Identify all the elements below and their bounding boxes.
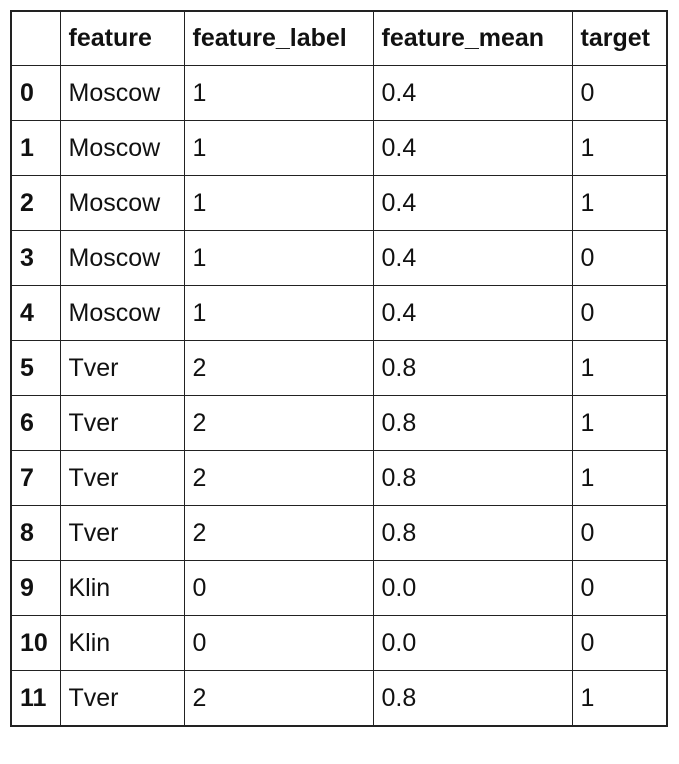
feature-mean-cell: 0.0	[372, 560, 573, 616]
row-index-cell: 3	[10, 230, 61, 286]
table-row: 11 Tver 2 0.8 1	[10, 670, 668, 727]
feature-label-cell: 2	[183, 505, 374, 561]
feature-cell: Moscow	[59, 285, 185, 341]
feature-cell: Klin	[59, 560, 185, 616]
feature-cell: Klin	[59, 615, 185, 671]
feature-mean-cell: 0.8	[372, 670, 573, 727]
feature-mean-cell: 0.8	[372, 450, 573, 506]
feature-label-cell: 1	[183, 230, 374, 286]
feature-mean-cell: 0.4	[372, 120, 573, 176]
target-cell: 0	[571, 285, 668, 341]
table-row: 3 Moscow 1 0.4 0	[10, 230, 668, 286]
feature-label-cell: 0	[183, 560, 374, 616]
table-header-row: feature feature_label feature_mean targe…	[10, 10, 668, 66]
feature-mean-cell: 0.4	[372, 175, 573, 231]
feature-cell: Tver	[59, 395, 185, 451]
feature-label-cell: 0	[183, 615, 374, 671]
row-index-cell: 11	[10, 670, 61, 727]
feature-mean-cell: 0.8	[372, 395, 573, 451]
feature-label-cell: 1	[183, 120, 374, 176]
target-cell: 1	[571, 120, 668, 176]
table-row: 10 Klin 0 0.0 0	[10, 615, 668, 671]
table-row: 6 Tver 2 0.8 1	[10, 395, 668, 451]
feature-cell: Tver	[59, 505, 185, 561]
table-row: 4 Moscow 1 0.4 0	[10, 285, 668, 341]
header-feature-label: feature_label	[183, 10, 374, 66]
row-index-cell: 10	[10, 615, 61, 671]
row-index-cell: 7	[10, 450, 61, 506]
feature-cell: Moscow	[59, 230, 185, 286]
feature-mean-cell: 0.8	[372, 340, 573, 396]
target-cell: 1	[571, 340, 668, 396]
target-cell: 0	[571, 505, 668, 561]
feature-mean-cell: 0.4	[372, 285, 573, 341]
table-row: 2 Moscow 1 0.4 1	[10, 175, 668, 231]
feature-label-cell: 1	[183, 175, 374, 231]
row-index-cell: 2	[10, 175, 61, 231]
header-feature: feature	[59, 10, 185, 66]
row-index-cell: 0	[10, 65, 61, 121]
target-cell: 1	[571, 175, 668, 231]
dataframe-container: feature feature_label feature_mean targe…	[10, 10, 668, 727]
feature-label-cell: 2	[183, 670, 374, 727]
table-row: 0 Moscow 1 0.4 0	[10, 65, 668, 121]
feature-label-cell: 2	[183, 450, 374, 506]
row-index-cell: 1	[10, 120, 61, 176]
target-cell: 0	[571, 615, 668, 671]
table-row: 5 Tver 2 0.8 1	[10, 340, 668, 396]
row-index-cell: 4	[10, 285, 61, 341]
feature-mean-cell: 0.8	[372, 505, 573, 561]
feature-cell: Moscow	[59, 120, 185, 176]
target-cell: 1	[571, 395, 668, 451]
feature-cell: Moscow	[59, 65, 185, 121]
header-target: target	[571, 10, 668, 66]
feature-label-cell: 1	[183, 65, 374, 121]
feature-cell: Tver	[59, 670, 185, 727]
feature-mean-cell: 0.4	[372, 65, 573, 121]
row-index-cell: 9	[10, 560, 61, 616]
feature-mean-cell: 0.4	[372, 230, 573, 286]
row-index-cell: 5	[10, 340, 61, 396]
feature-mean-cell: 0.0	[372, 615, 573, 671]
feature-label-cell: 2	[183, 395, 374, 451]
table-row: 7 Tver 2 0.8 1	[10, 450, 668, 506]
table-row: 9 Klin 0 0.0 0	[10, 560, 668, 616]
feature-cell: Tver	[59, 450, 185, 506]
dataframe-table: feature feature_label feature_mean targe…	[10, 10, 668, 727]
feature-cell: Tver	[59, 340, 185, 396]
header-index	[10, 10, 61, 66]
table-row: 1 Moscow 1 0.4 1	[10, 120, 668, 176]
target-cell: 0	[571, 560, 668, 616]
target-cell: 1	[571, 670, 668, 727]
header-feature-mean: feature_mean	[372, 10, 573, 66]
feature-label-cell: 2	[183, 340, 374, 396]
row-index-cell: 6	[10, 395, 61, 451]
target-cell: 0	[571, 230, 668, 286]
feature-label-cell: 1	[183, 285, 374, 341]
feature-cell: Moscow	[59, 175, 185, 231]
table-row: 8 Tver 2 0.8 0	[10, 505, 668, 561]
row-index-cell: 8	[10, 505, 61, 561]
target-cell: 1	[571, 450, 668, 506]
target-cell: 0	[571, 65, 668, 121]
